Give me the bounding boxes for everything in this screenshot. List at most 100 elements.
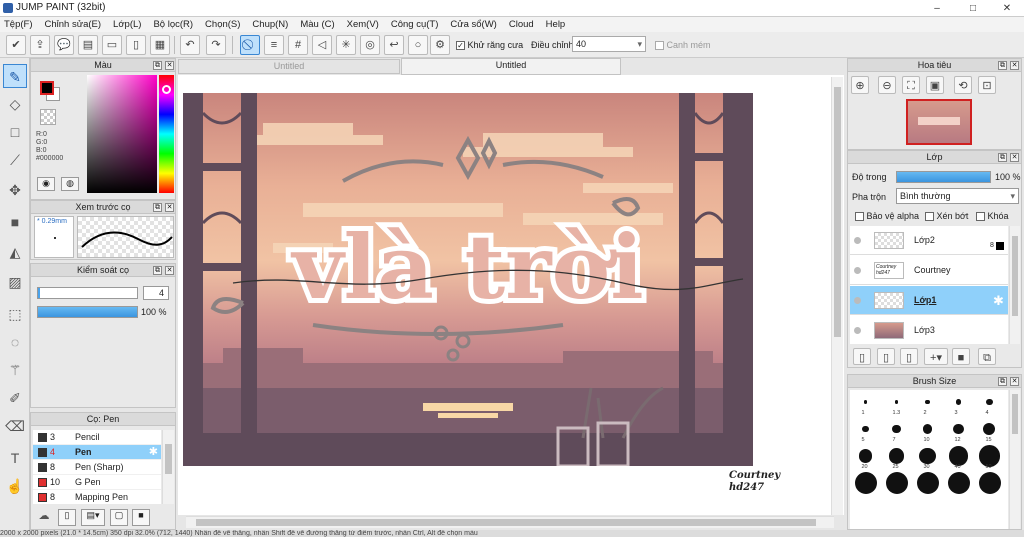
- palette-icon[interactable]: ◉: [37, 177, 55, 191]
- clip-checkbox[interactable]: [925, 212, 934, 222]
- gear-icon[interactable]: ✱: [149, 445, 158, 458]
- saturation-value-picker[interactable]: [87, 75, 157, 193]
- menu-filter[interactable]: Bộ lọc(R): [153, 19, 193, 30]
- brush-size-dot[interactable]: [888, 448, 905, 464]
- brush-size-dot[interactable]: [978, 472, 1001, 494]
- lock-option[interactable]: Khóa: [976, 211, 1009, 222]
- lock-checkbox[interactable]: [976, 212, 985, 222]
- antialias-checkbox[interactable]: ✓: [456, 41, 465, 51]
- close-icon[interactable]: ✕: [165, 266, 174, 275]
- snap-option[interactable]: Canh mém: [655, 40, 711, 51]
- curve-icon[interactable]: ↩: [384, 35, 404, 55]
- brush-size-dot[interactable]: [947, 472, 970, 494]
- line-tool-icon[interactable]: ⟋: [3, 148, 27, 172]
- document-icon[interactable]: ▯: [126, 35, 146, 55]
- gear-icon[interactable]: ✱: [993, 293, 1004, 309]
- fill-rect-tool-icon[interactable]: ■: [3, 210, 27, 234]
- canvas-vertical-scrollbar[interactable]: [831, 77, 843, 515]
- rotate-icon[interactable]: ⟲: [954, 76, 972, 94]
- brush-item[interactable]: 8 Pen (Sharp): [33, 460, 161, 475]
- new-layer-folder-icon[interactable]: ▯: [877, 348, 895, 365]
- layer-row[interactable]: Lớp3: [850, 316, 1008, 344]
- undo-icon[interactable]: ↶: [180, 35, 200, 55]
- scroll-thumb[interactable]: [1012, 236, 1018, 316]
- menu-cloud[interactable]: Cloud: [509, 19, 534, 30]
- eye-icon[interactable]: [854, 267, 861, 274]
- add-layer-menu-icon[interactable]: +▾: [924, 348, 948, 365]
- clip-option[interactable]: Xén bớt: [925, 211, 968, 222]
- eye-icon[interactable]: [854, 327, 861, 334]
- brush-size-dot[interactable]: [885, 472, 908, 494]
- transparent-swatch[interactable]: [40, 109, 56, 125]
- menu-color[interactable]: Màu (C): [300, 19, 334, 30]
- brush-size-dot[interactable]: [925, 399, 930, 405]
- merge-layer-icon[interactable]: ⧉: [978, 348, 996, 365]
- layer-row[interactable]: Lớp2 8: [850, 226, 1008, 255]
- comment-icon[interactable]: ▤: [78, 35, 98, 55]
- hand-tool-icon[interactable]: ☝: [3, 474, 27, 498]
- copy-brush-icon[interactable]: ▢: [110, 509, 128, 526]
- layer-opacity-slider[interactable]: [896, 171, 991, 183]
- brush-size-dot[interactable]: [858, 449, 873, 463]
- gear-snap-icon[interactable]: ⚙: [430, 35, 450, 55]
- select-pen-tool-icon[interactable]: ✐: [3, 386, 27, 410]
- brush-size-dot[interactable]: [916, 472, 939, 494]
- scroll-thumb[interactable]: [834, 87, 841, 337]
- artwork-canvas[interactable]: vlà trời: [183, 93, 753, 466]
- brush-size-dot[interactable]: [919, 447, 936, 465]
- tab-untitled-1[interactable]: Untitled: [178, 59, 400, 74]
- brush-list-scrollbar[interactable]: [162, 430, 174, 504]
- rectangle-tool-icon[interactable]: □: [3, 120, 27, 144]
- brush-size-input[interactable]: 4: [143, 286, 169, 300]
- protect-alpha-option[interactable]: Bảo vệ alpha: [855, 211, 919, 222]
- zoom-in-icon[interactable]: ⊕: [851, 76, 869, 94]
- color-picker-icon[interactable]: ◍: [61, 177, 79, 191]
- close-icon[interactable]: ✕: [1010, 153, 1019, 162]
- brush-menu-icon[interactable]: ▤▾: [81, 509, 105, 526]
- brush-size-scrollbar[interactable]: [1009, 390, 1020, 529]
- close-icon[interactable]: ✕: [165, 203, 174, 212]
- share-icon[interactable]: ⇪: [30, 35, 50, 55]
- brush-size-dot[interactable]: [863, 400, 868, 404]
- close-icon[interactable]: ✕: [165, 61, 174, 70]
- undock-icon[interactable]: ⧉: [998, 153, 1007, 162]
- menu-window[interactable]: Cửa sổ(W): [450, 19, 496, 30]
- brush-cloud-icon[interactable]: ☁: [34, 509, 54, 526]
- lasso-tool-icon[interactable]: ◌: [3, 330, 27, 354]
- fit-icon[interactable]: ⛶: [902, 76, 920, 94]
- menu-select[interactable]: Chọn(S): [205, 19, 240, 30]
- radial-icon[interactable]: ✳: [336, 35, 356, 55]
- brush-item[interactable]: 8 Mapping Pen: [33, 490, 161, 504]
- zoom-out-icon[interactable]: ⊖: [878, 76, 896, 94]
- brush-size-dot[interactable]: [983, 422, 996, 435]
- undock-icon[interactable]: ⧉: [998, 377, 1007, 386]
- brush-size-dot[interactable]: [892, 424, 901, 434]
- brush-size-dot[interactable]: [854, 472, 877, 494]
- folder-icon[interactable]: ■: [952, 348, 970, 365]
- perspective-icon[interactable]: ◁: [312, 35, 332, 55]
- primary-color-swatch[interactable]: [40, 81, 54, 95]
- folder-icon[interactable]: ■: [132, 509, 150, 526]
- menu-tools[interactable]: Công cụ(T): [391, 19, 439, 30]
- undock-icon[interactable]: ⧉: [153, 266, 162, 275]
- cloud-check-icon[interactable]: ✔: [6, 35, 26, 55]
- redo-icon[interactable]: ↷: [206, 35, 226, 55]
- hue-handle[interactable]: [162, 85, 171, 94]
- menu-capture[interactable]: Chup(N): [252, 19, 288, 30]
- select-eraser-tool-icon[interactable]: ⌫: [3, 414, 27, 438]
- close-button[interactable]: ✕: [992, 0, 1022, 17]
- protect-alpha-checkbox[interactable]: [855, 212, 864, 222]
- close-icon[interactable]: ✕: [1010, 377, 1019, 386]
- concentric-icon[interactable]: ◎: [360, 35, 380, 55]
- minimize-button[interactable]: –: [922, 0, 952, 17]
- scroll-thumb[interactable]: [165, 444, 172, 474]
- move-tool-icon[interactable]: ✥: [3, 178, 27, 202]
- menu-edit[interactable]: Chỉnh sửa(E): [45, 19, 102, 30]
- brush-size-dot[interactable]: [948, 446, 969, 466]
- tab-untitled-2[interactable]: Untitled: [401, 58, 621, 75]
- eye-icon[interactable]: [854, 297, 861, 304]
- snap-off-icon[interactable]: ⃠: [240, 35, 260, 55]
- blend-mode-dropdown[interactable]: Bình thường ▾: [896, 188, 1019, 204]
- grid-snap-icon[interactable]: #: [288, 35, 308, 55]
- duplicate-layer-icon[interactable]: ▯: [900, 348, 918, 365]
